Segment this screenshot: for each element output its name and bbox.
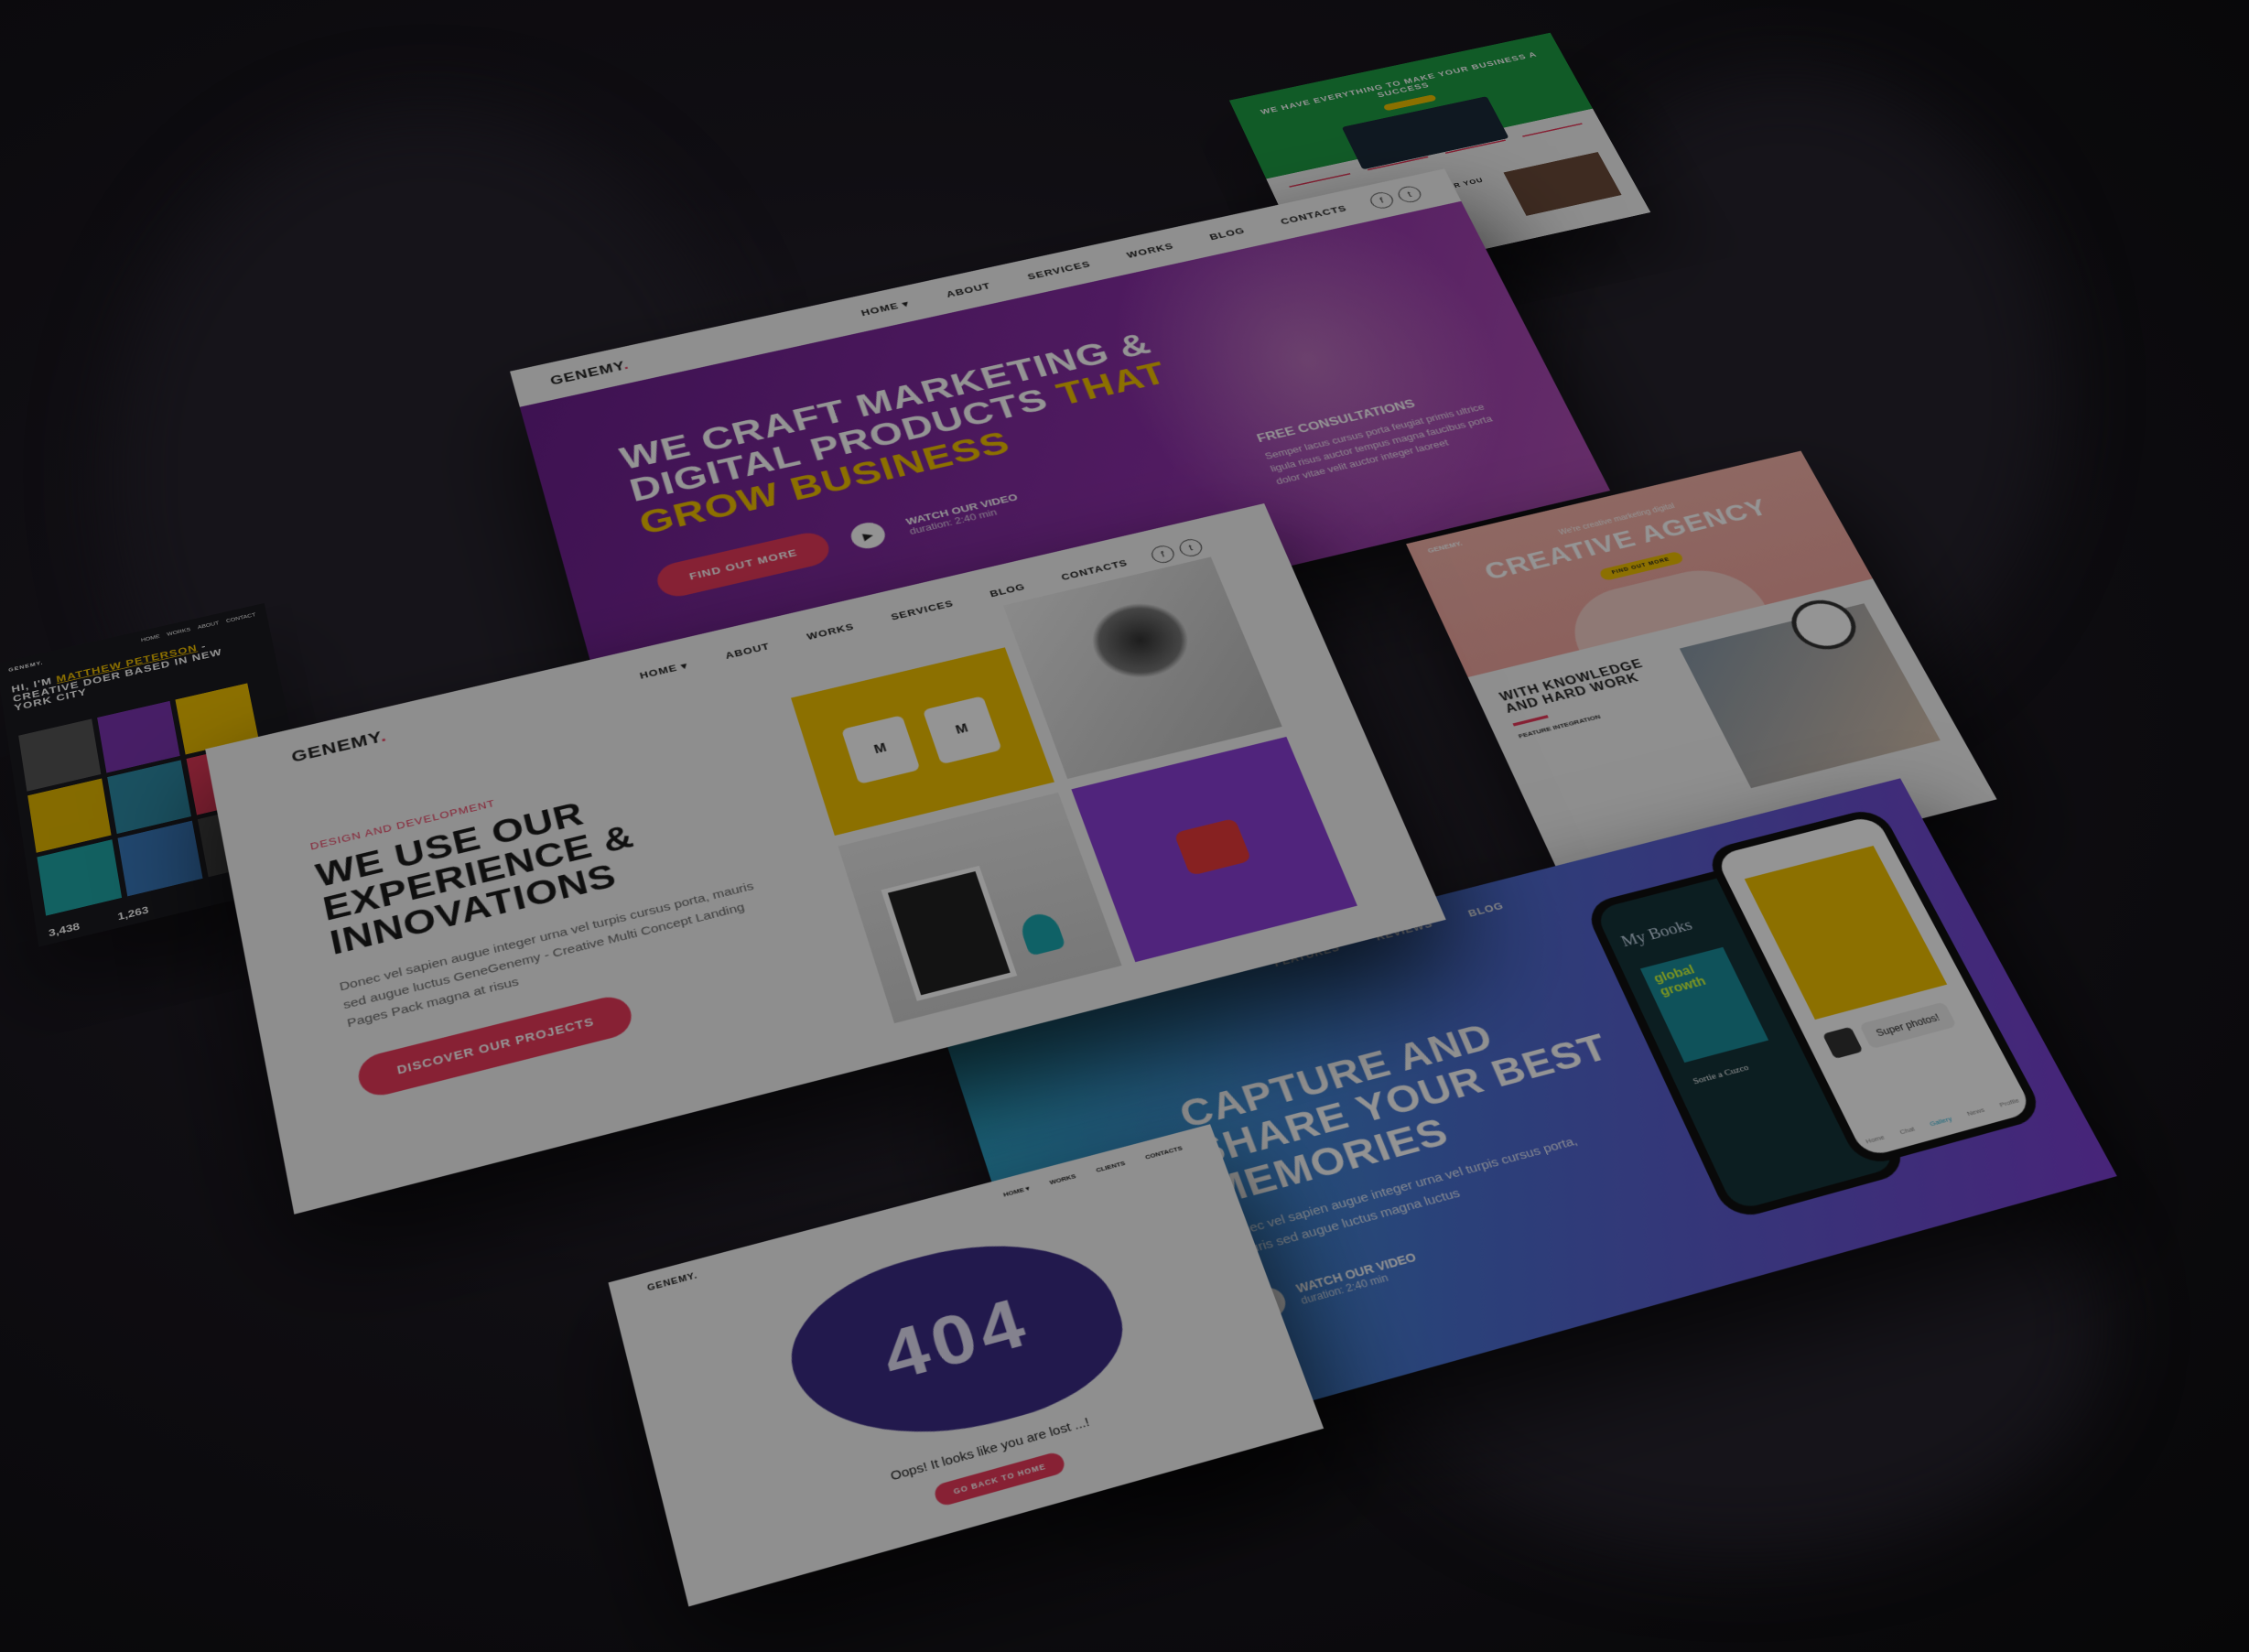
poster-frame [881,865,1018,1001]
art-splash [1079,593,1202,688]
error-logo[interactable]: GENEMY. [646,1270,698,1292]
play-icon[interactable]: ▶ [847,520,889,552]
nav-blog[interactable]: BLOG [1466,900,1506,919]
red-object-photo[interactable] [1071,736,1357,963]
portfolio-logo[interactable]: GENEMY. [8,660,44,673]
vase [1017,910,1066,956]
team-photo [1679,594,1941,789]
nav-blog[interactable]: BLOG [1208,225,1248,243]
clock-icon [1781,594,1866,656]
divider [1512,714,1549,727]
twitter-icon[interactable]: t [1176,536,1206,559]
nav-services[interactable]: SERVICES [890,598,956,622]
facebook-icon[interactable]: f [1367,190,1397,211]
tab-gallery[interactable]: Gallery [1929,1115,1953,1128]
portfolio-tile[interactable] [117,820,203,897]
nav-works[interactable]: WORKS [167,627,191,637]
tab-home[interactable]: Home [1865,1133,1887,1145]
tab-chat[interactable]: Chat [1898,1125,1916,1136]
book-cover[interactable]: global growth [1639,946,1769,1064]
bear-poster-photo[interactable] [838,792,1122,1024]
facebook-icon[interactable]: f [1149,543,1177,566]
mockup-stage: WE HAVE EVERYTHING TO MAKE YOUR BUSINESS… [0,0,2249,1652]
nav-about[interactable]: ABOUT [945,281,992,300]
nav-blog[interactable]: BLOG [989,581,1027,599]
twitter-icon[interactable]: t [1395,184,1424,205]
feature-column [1444,139,1515,171]
tab-news[interactable]: News [1965,1107,1985,1118]
nav-works[interactable]: WORKS [806,621,856,642]
stat-count-2: 1,263 [116,903,150,923]
nav-about[interactable]: ABOUT [724,641,772,662]
stat-count-1: 3,438 [48,920,81,939]
find-out-more-button[interactable]: FIND OUT MORE [653,528,834,600]
error-404-card: GENEMY. HOME ▾ WORKS CLIENTS CONTACTS 40… [608,1124,1325,1607]
phone-title: My Books [1618,916,1695,951]
creative-logo[interactable]: GENEMY. [1426,540,1463,555]
feature-column [1521,123,1592,155]
nav-contact[interactable]: CONTACT [226,612,256,623]
mug-logo: M [922,696,1002,765]
nav-home[interactable]: HOME [141,634,160,643]
error-code: 404 [873,1282,1040,1397]
nav-home[interactable]: HOME ▾ [638,660,689,682]
nav-contacts[interactable]: CONTACTS [1144,1144,1184,1161]
chat-bubble: Super photos! [1858,1001,1957,1050]
book-title[interactable]: Sortie a Cuzco [1692,1063,1750,1086]
mug-logo: M [841,715,921,784]
nav-clients[interactable]: CLIENTS [1095,1160,1126,1174]
portfolio-tile[interactable] [37,839,123,916]
tab-profile[interactable]: Profile [1998,1096,2021,1108]
marketing-logo[interactable]: GENEMY. [548,358,631,388]
nav-works[interactable]: WORKS [1048,1172,1076,1186]
nav-about[interactable]: ABOUT [197,621,219,630]
nav-contacts[interactable]: CONTACTS [1279,203,1348,227]
nav-home[interactable]: HOME ▾ [860,298,911,319]
red-object [1173,817,1252,877]
nav-services[interactable]: SERVICES [1026,259,1092,282]
nav-works[interactable]: WORKS [1125,241,1175,260]
nav-home[interactable]: HOME ▾ [1002,1184,1031,1198]
avatar [1822,1026,1864,1060]
agency-logo[interactable]: GENEMY. [290,727,389,767]
ice-cream-photo [1744,846,1948,1020]
